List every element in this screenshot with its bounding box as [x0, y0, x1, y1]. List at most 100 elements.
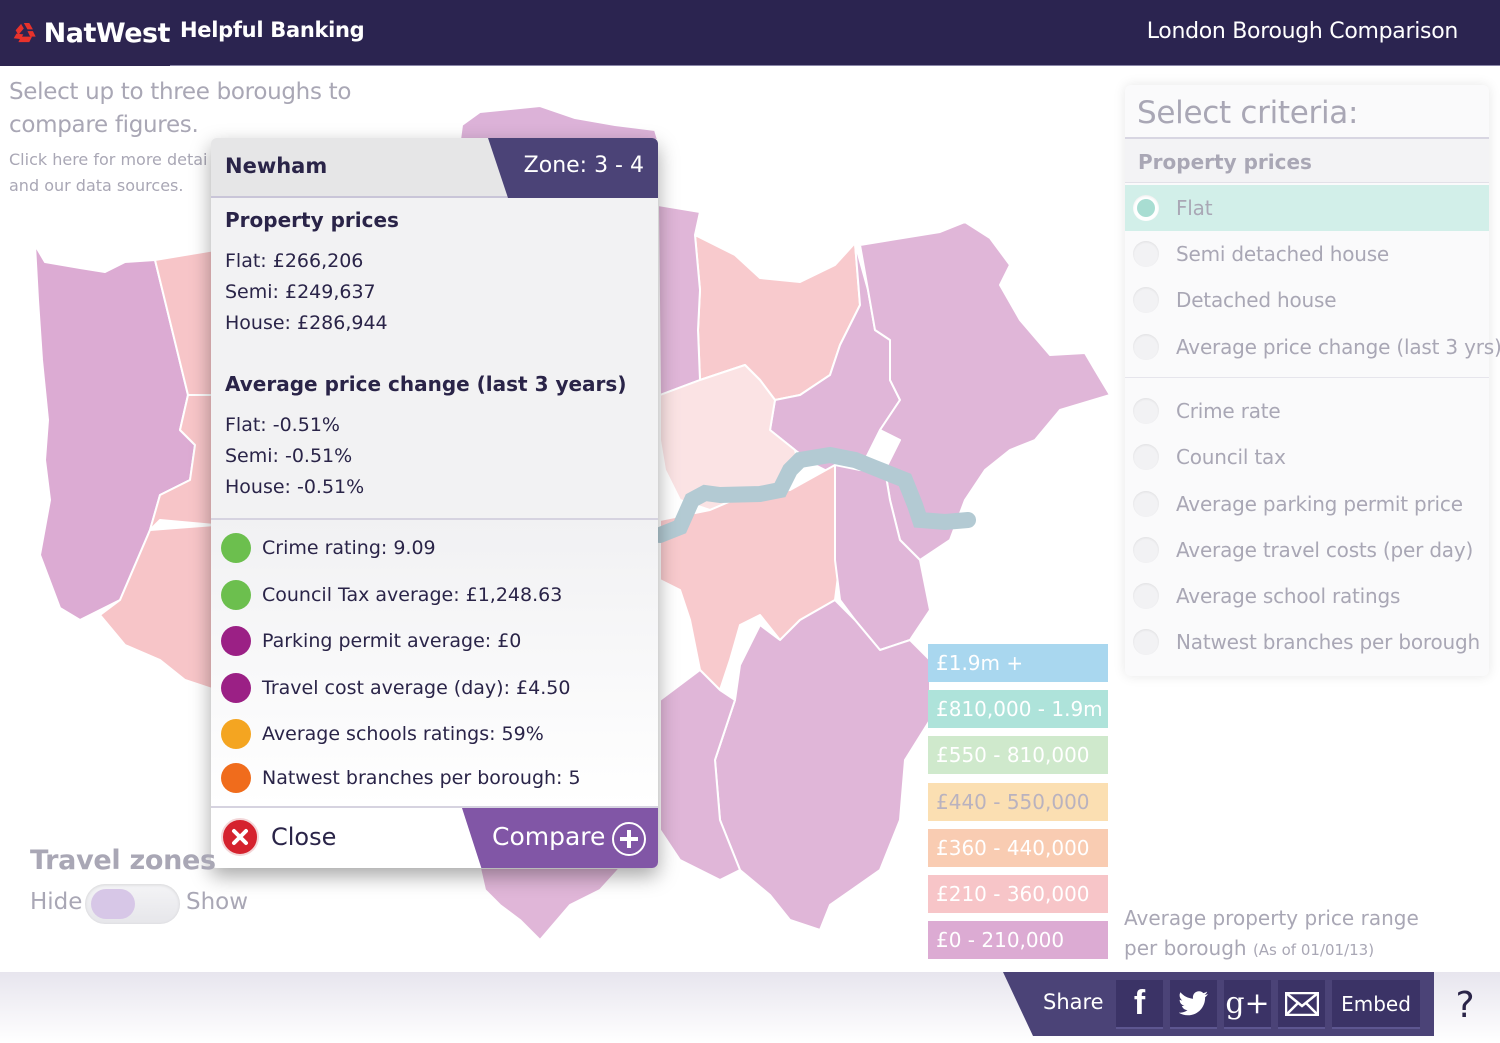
legend-label: £1.9m + — [936, 651, 1024, 675]
option-label[interactable]: Flat — [1176, 196, 1213, 220]
option-label[interactable]: Crime rate — [1176, 399, 1281, 423]
criteria-divider — [1125, 377, 1489, 378]
radio-button[interactable] — [1133, 583, 1159, 609]
popup-footer: Close Compare — [211, 806, 658, 868]
close-icon[interactable] — [221, 818, 259, 856]
travel-zones-toggle[interactable] — [85, 884, 180, 924]
criteria-option-travel[interactable]: Average travel costs (per day) — [1125, 527, 1489, 573]
twitter-icon[interactable] — [1178, 990, 1209, 1017]
radio-button[interactable] — [1133, 334, 1159, 360]
twitter-button[interactable] — [1170, 980, 1217, 1029]
stat-text: Parking permit average: £0 — [262, 630, 522, 652]
legend-label: £550 - 810,000 — [936, 743, 1090, 767]
google-plus-icon[interactable]: g+ — [1225, 986, 1269, 1021]
radio-button[interactable] — [1133, 398, 1159, 424]
legend-label: £0 - 210,000 — [936, 928, 1065, 952]
stat-text: Council Tax average: £1,248.63 — [262, 584, 563, 606]
status-dot-icon — [221, 580, 251, 610]
stat-council-tax: Council Tax average: £1,248.63 — [221, 575, 562, 615]
stat-travel-cost: Travel cost average (day): £4.50 — [221, 668, 570, 708]
option-label[interactable]: Average price change (last 3 yrs) — [1176, 335, 1500, 359]
stat-text: Average schools ratings: 59% — [262, 723, 544, 745]
google-plus-button[interactable]: g+ — [1224, 980, 1271, 1029]
status-dot-icon — [221, 533, 251, 563]
stat-text: Natwest branches per borough: 5 — [262, 767, 581, 789]
house-price: House: £286,944 — [225, 312, 388, 334]
criteria-panel: Select criteria: Property prices Flat Se… — [1125, 85, 1500, 676]
status-dot-icon — [221, 626, 251, 656]
natwest-logo[interactable]: NatWest — [0, 0, 171, 66]
stat-natwest-branches: Natwest branches per borough: 5 — [221, 758, 581, 798]
flat-price: Flat: £266,206 — [225, 250, 364, 272]
legend-caption-line1: Average property price range — [1124, 906, 1419, 930]
compare-button[interactable]: Compare — [462, 808, 658, 868]
close-label[interactable]: Close — [271, 823, 336, 851]
criteria-option-council-tax[interactable]: Council tax — [1125, 434, 1489, 480]
option-label[interactable]: Average travel costs (per day) — [1176, 538, 1473, 562]
share-label: Share — [1043, 990, 1104, 1014]
property-prices-title: Property prices — [225, 208, 399, 232]
data-sources-link-line1[interactable]: Click here for more details — [9, 147, 209, 173]
option-label[interactable]: Natwest branches per borough — [1176, 630, 1480, 654]
legend-item: £0 - 210,000 — [928, 921, 1108, 959]
plus-circle-icon[interactable] — [612, 822, 646, 856]
criteria-title: Select criteria: — [1137, 95, 1359, 131]
legend-item: £440 - 550,000 — [928, 783, 1108, 821]
option-label[interactable]: Average school ratings — [1176, 584, 1400, 608]
facebook-icon[interactable]: f — [1134, 984, 1145, 1023]
property-prices-section: Property prices Flat: £266,206 Semi: £24… — [225, 208, 399, 339]
radio-button[interactable] — [1133, 537, 1159, 563]
borough-bromley[interactable] — [714, 599, 931, 931]
criteria-option-price-change[interactable]: Average price change (last 3 yrs) — [1125, 324, 1500, 370]
facebook-button[interactable]: f — [1116, 980, 1163, 1029]
app-header: NatWest Helpful Banking London Borough C… — [0, 0, 1500, 66]
criteria-option-detached[interactable]: Detached house — [1125, 277, 1489, 323]
legend-label: £210 - 360,000 — [936, 882, 1090, 906]
radio-button[interactable] — [1133, 491, 1159, 517]
email-button[interactable] — [1278, 980, 1325, 1029]
compare-label[interactable]: Compare — [492, 822, 605, 851]
legend-item: £550 - 810,000 — [928, 736, 1108, 774]
close-button[interactable]: Close — [221, 818, 336, 856]
radio-button[interactable] — [1133, 444, 1159, 470]
status-dot-icon — [221, 673, 251, 703]
help-button[interactable]: ? — [1450, 985, 1480, 1026]
data-sources-link-line2[interactable]: and our data sources. — [9, 173, 209, 199]
stat-text: Travel cost average (day): £4.50 — [262, 677, 571, 699]
criteria-option-parking[interactable]: Average parking permit price — [1125, 481, 1489, 527]
radio-button[interactable] — [1133, 629, 1159, 655]
status-dot-icon — [221, 763, 251, 793]
criteria-option-schools[interactable]: Average school ratings — [1125, 573, 1489, 619]
radio-button[interactable] — [1133, 287, 1159, 313]
criteria-group-label: Property prices — [1138, 150, 1312, 174]
embed-label[interactable]: Embed — [1341, 992, 1411, 1016]
radio-button[interactable] — [1133, 195, 1159, 221]
borough-detail-popup: Newham Zone: 3 - 4 Property prices Flat:… — [211, 138, 658, 868]
borough-camden[interactable] — [657, 204, 701, 396]
borough-sutton[interactable] — [479, 867, 621, 941]
borough-barnet[interactable] — [459, 105, 659, 141]
email-icon[interactable] — [1284, 991, 1319, 1016]
criteria-option-semi[interactable]: Semi detached house — [1125, 231, 1489, 277]
criteria-option-branches[interactable]: Natwest branches per borough — [1125, 619, 1489, 665]
option-label[interactable]: Council tax — [1176, 445, 1286, 469]
house-change: House: -0.51% — [225, 476, 365, 498]
data-sources-link[interactable]: Click here for more details and our data… — [9, 147, 209, 199]
criteria-option-crime[interactable]: Crime rate — [1125, 388, 1489, 434]
legend-caption-date: (As of 01/01/13) — [1252, 941, 1375, 959]
option-label[interactable]: Detached house — [1176, 288, 1337, 312]
travel-zones-hide-label[interactable]: Hide — [30, 889, 82, 915]
toggle-knob[interactable] — [91, 889, 135, 919]
stat-crime-rating: Crime rating: 9.09 — [221, 528, 436, 568]
embed-button[interactable]: Embed — [1332, 980, 1420, 1029]
option-label[interactable]: Average parking permit price — [1176, 492, 1463, 516]
criteria-option-flat[interactable]: Flat — [1125, 185, 1489, 231]
borough-havering[interactable] — [859, 221, 1111, 561]
legend-item: £360 - 440,000 — [928, 829, 1108, 867]
price-change-title: Average price change (last 3 years) — [225, 372, 627, 396]
radio-button[interactable] — [1133, 241, 1159, 267]
travel-zones-show-label[interactable]: Show — [186, 889, 248, 915]
brand-tagline: Helpful Banking — [180, 18, 365, 42]
legend-caption: Average property price range per borough… — [1124, 903, 1419, 965]
option-label[interactable]: Semi detached house — [1176, 242, 1389, 266]
